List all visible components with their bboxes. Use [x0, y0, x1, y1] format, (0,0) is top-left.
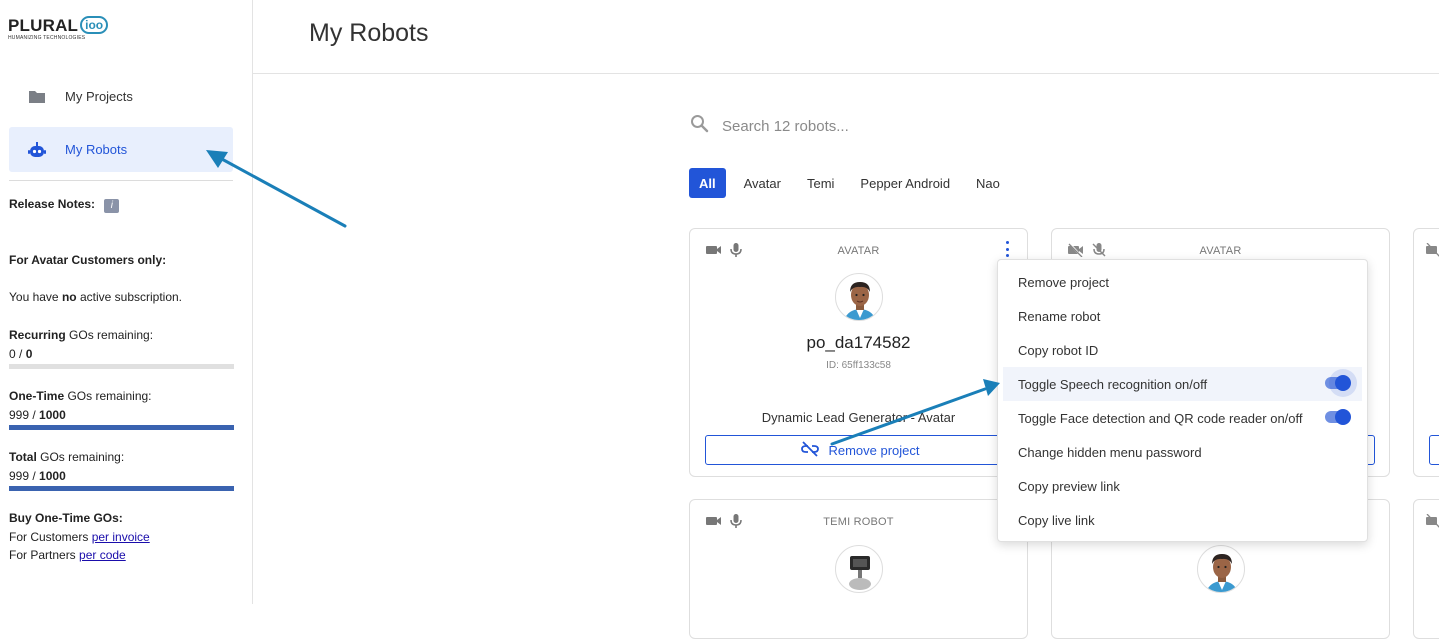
per-code-link[interactable]: per code — [79, 548, 126, 562]
plural-logo[interactable]: PLURAL ioo HUMANIZING TECHNOLOGIES — [8, 16, 109, 41]
search-input[interactable] — [722, 117, 1082, 135]
total-progress-fill — [9, 486, 234, 491]
recurring-gos-value: 0 / 0 — [9, 347, 33, 361]
buy-gos-heading: Buy One-Time GOs: — [9, 511, 123, 525]
robot-id: ID: 65ff133c58 — [826, 360, 891, 371]
recurring-label-bold: Recurring — [9, 328, 66, 342]
remove-project-button[interactable] — [1429, 435, 1439, 465]
robot-icon — [9, 141, 65, 158]
buy-customers: For Customers per invoice — [9, 528, 150, 546]
robot-context-menu: Remove project Rename robot Copy robot I… — [997, 259, 1368, 542]
search-bar — [690, 112, 1090, 140]
page-header: My Robots — [253, 0, 1439, 74]
menu-change-hidden-menu-password[interactable]: Change hidden menu password — [998, 435, 1367, 469]
remove-project-button[interactable]: Remove project — [705, 435, 1015, 465]
robot-type-label: TEMI ROBOT — [823, 516, 894, 528]
logo-text: PLURAL — [8, 16, 79, 35]
filter-nao[interactable]: Nao — [968, 168, 1008, 198]
subscription-emph: no — [61, 290, 77, 304]
subscription-status: You have no active subscription. — [9, 288, 182, 306]
robot-avatar — [835, 273, 883, 321]
folder-icon — [9, 89, 65, 104]
remove-project-label: Remove project — [828, 442, 920, 458]
recurring-total: 0 — [25, 347, 33, 361]
release-notes: Release Notes: i — [9, 195, 120, 213]
subscription-prefix: You have — [9, 290, 59, 304]
robot-card: AVATAR po_da174582 ID: 65ff133c58 Dynami… — [689, 228, 1028, 477]
info-icon[interactable]: i — [104, 199, 120, 213]
robot-type-filters: All Avatar Temi Pepper Android Nao — [689, 168, 1018, 198]
total-gos-label: Total GOs remaining: — [9, 448, 124, 466]
sidebar-item-my-robots[interactable]: My Robots — [9, 127, 233, 172]
robot-card: TEMI ROBOT — [689, 499, 1028, 639]
total-gos-value: 999 / 1000 — [9, 469, 66, 483]
sidebar-item-label: My Robots — [65, 142, 128, 157]
recurring-gos-label: Recurring GOs remaining: — [9, 326, 153, 344]
menu-copy-live-link[interactable]: Copy live link — [998, 503, 1367, 537]
robot-type-label: AVATAR — [837, 245, 880, 257]
total-progress-bar — [9, 486, 234, 491]
sidebar-divider — [9, 180, 233, 181]
robot-type-label: AVATAR — [1199, 245, 1242, 257]
subscription-suffix: active subscription. — [79, 290, 183, 304]
unlink-icon — [800, 440, 820, 460]
buy-customers-prefix: For Customers — [9, 530, 89, 544]
speech-recognition-toggle[interactable] — [1325, 375, 1351, 391]
menu-item-label: Toggle Speech recognition on/off — [1018, 376, 1208, 392]
filter-pepper-android[interactable]: Pepper Android — [852, 168, 958, 198]
sidebar-item-label: My Projects — [65, 89, 133, 104]
sidebar-item-my-projects[interactable]: My Projects — [9, 74, 233, 119]
menu-item-label: Toggle Face detection and QR code reader… — [1018, 410, 1303, 426]
robot-card — [1413, 228, 1439, 477]
recurring-label-rest: GOs remaining: — [69, 328, 154, 342]
recurring-used: 0 — [9, 347, 16, 361]
face-detection-toggle[interactable] — [1325, 409, 1351, 425]
onetime-label-rest: GOs remaining: — [67, 389, 152, 403]
filter-avatar[interactable]: Avatar — [736, 168, 789, 198]
onetime-used: 999 — [9, 408, 30, 422]
total-label-bold: Total — [9, 450, 37, 464]
robot-avatar — [1197, 545, 1245, 593]
menu-rename-robot[interactable]: Rename robot — [998, 299, 1367, 333]
onetime-progress-bar — [9, 425, 234, 430]
robot-card — [1413, 499, 1439, 639]
recurring-progress-bar — [9, 364, 234, 369]
total-used: 999 — [9, 469, 30, 483]
avatar-customers-heading: For Avatar Customers only: — [9, 253, 167, 267]
camera-off-icon — [1426, 513, 1439, 533]
onetime-progress-fill — [9, 425, 234, 430]
total-total: 1000 — [39, 469, 66, 483]
menu-copy-preview-link[interactable]: Copy preview link — [998, 469, 1367, 503]
onetime-gos-value: 999 / 1000 — [9, 408, 66, 422]
logo-mark: ioo — [80, 16, 109, 34]
per-invoice-link[interactable]: per invoice — [92, 530, 150, 544]
menu-remove-project[interactable]: Remove project — [998, 265, 1367, 299]
filter-all[interactable]: All — [689, 168, 726, 198]
robot-name: po_da174582 — [806, 333, 911, 352]
page-title: My Robots — [309, 19, 429, 47]
camera-off-icon — [1426, 242, 1439, 262]
onetime-total: 1000 — [39, 408, 66, 422]
total-label-rest: GOs remaining: — [40, 450, 125, 464]
search-icon — [690, 114, 709, 138]
buy-partners-prefix: For Partners — [9, 548, 76, 562]
menu-copy-robot-id[interactable]: Copy robot ID — [998, 333, 1367, 367]
buy-partners: For Partners per code — [9, 546, 126, 564]
more-options-icon[interactable] — [1003, 241, 1011, 257]
menu-toggle-speech-recognition[interactable]: Toggle Speech recognition on/off — [1003, 367, 1362, 401]
release-notes-label: Release Notes: — [9, 197, 96, 211]
onetime-label-bold: One-Time — [9, 389, 65, 403]
menu-toggle-face-detection[interactable]: Toggle Face detection and QR code reader… — [998, 401, 1367, 435]
robot-project-name: Dynamic Lead Generator - Avatar — [761, 410, 956, 425]
sidebar: PLURAL ioo HUMANIZING TECHNOLOGIES My Pro… — [0, 0, 253, 604]
onetime-gos-label: One-Time GOs remaining: — [9, 387, 152, 405]
temi-robot-image — [835, 545, 883, 593]
filter-temi[interactable]: Temi — [799, 168, 842, 198]
